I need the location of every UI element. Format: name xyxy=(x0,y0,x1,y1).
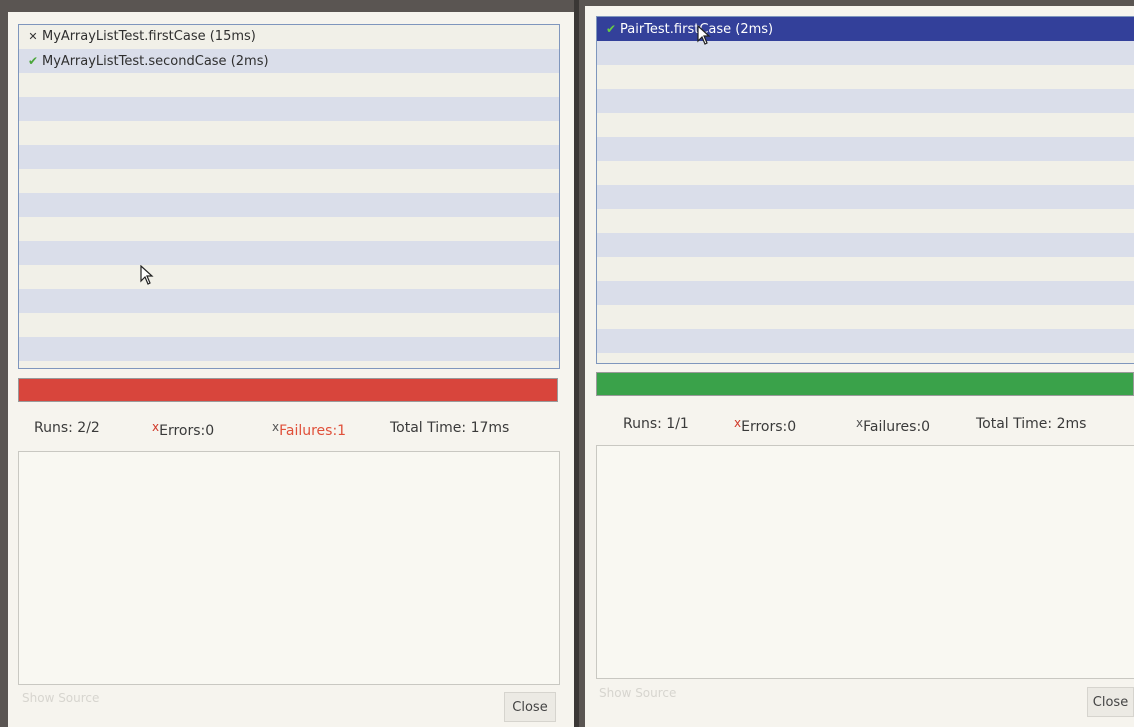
test-row-pass[interactable]: ✔ MyArrayListTest.secondCase (2ms) xyxy=(19,49,559,73)
runs-count: Runs: 1/1 xyxy=(623,416,689,432)
failures-stat: xFailures:0 xyxy=(856,416,931,435)
left-screenshot: ✕ MyArrayListTest.firstCase (15ms) ✔ MyArr… xyxy=(0,0,574,727)
progress-fill xyxy=(597,373,1133,395)
close-button[interactable]: Close xyxy=(1087,687,1134,717)
failure-trace-output[interactable] xyxy=(18,451,560,685)
test-results-tree[interactable]: ✕ MyArrayListTest.firstCase (15ms) ✔ MyArr… xyxy=(18,24,560,369)
test-progress-bar xyxy=(18,378,558,402)
test-row-pass-selected[interactable]: ✔ PairTest.firstCase (2ms) xyxy=(597,17,1134,45)
mouse-cursor-icon xyxy=(140,265,154,285)
mouse-cursor-icon xyxy=(697,25,711,45)
test-stats-row: Runs: 2/2 xErrors:0 xFailures:1 Total Ti… xyxy=(34,420,554,440)
failures-stat: xFailures:1 xyxy=(272,420,347,439)
errors-stat: xErrors:0 xyxy=(152,420,215,439)
test-progress-bar xyxy=(596,372,1134,396)
show-source-button[interactable]: Show Source xyxy=(599,686,676,700)
test-runner-window-right: ✔ PairTest.firstCase (2ms) Runs: 1/1 xErr… xyxy=(585,6,1134,727)
test-row-fail[interactable]: ✕ MyArrayListTest.firstCase (15ms) xyxy=(19,25,559,49)
test-results-tree[interactable]: ✔ PairTest.firstCase (2ms) xyxy=(596,16,1134,364)
test-label: MyArrayListTest.firstCase (15ms) xyxy=(42,29,256,44)
show-source-button[interactable]: Show Source xyxy=(22,691,99,705)
checkmark-icon: ✔ xyxy=(605,22,617,36)
x-mark-icon: ✕ xyxy=(28,30,38,43)
total-time: Total Time: 17ms xyxy=(390,420,510,436)
runs-count: Runs: 2/2 xyxy=(34,420,100,436)
errors-stat: xErrors:0 xyxy=(734,416,797,435)
close-button[interactable]: Close xyxy=(504,692,556,722)
right-screenshot: ✔ PairTest.firstCase (2ms) Runs: 1/1 xErr… xyxy=(579,0,1134,727)
total-time: Total Time: 2ms xyxy=(976,416,1087,432)
progress-fill xyxy=(19,379,557,401)
test-label: MyArrayListTest.secondCase (2ms) xyxy=(42,54,269,69)
checkmark-icon: ✔ xyxy=(27,54,39,68)
failure-trace-output[interactable] xyxy=(596,445,1134,679)
test-stats-row: Runs: 1/1 xErrors:0 xFailures:0 Total Ti… xyxy=(623,416,1133,436)
test-runner-window-left: ✕ MyArrayListTest.firstCase (15ms) ✔ MyArr… xyxy=(8,12,574,727)
